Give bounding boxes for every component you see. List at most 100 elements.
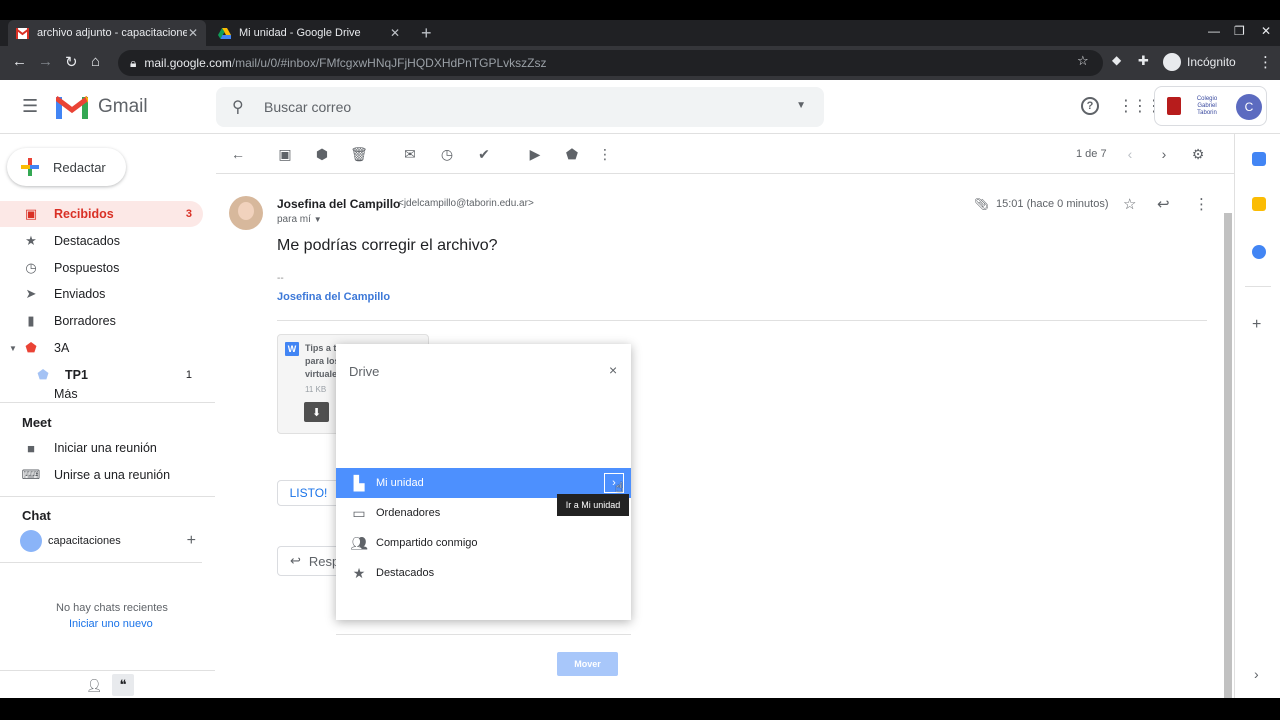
drive-icon: ▙ xyxy=(353,474,365,491)
help-icon[interactable]: ? xyxy=(1081,97,1099,115)
reply-arrow-icon[interactable]: ↩ xyxy=(1157,195,1170,213)
meet-join-meeting[interactable]: ⌨ Unirse a una reunión xyxy=(0,462,203,488)
download-icon[interactable]: ⬇ xyxy=(304,402,329,422)
mouse-cursor-icon: ☝︎ xyxy=(615,479,624,495)
drive-item-starred[interactable]: ★ Destacados xyxy=(336,558,631,588)
restore-icon[interactable]: ❐ xyxy=(1234,24,1245,38)
user-avatar-icon xyxy=(20,530,42,552)
url-host: mail.google.com xyxy=(144,56,232,70)
video-camera-icon: ■ xyxy=(27,440,35,456)
screen: archivo adjunto - capacitaciones@taborin… xyxy=(0,0,1280,720)
browser-toolbar: ← → ↻ ⌂ 🔒︎ mail.google.com /mail/u/0/#in… xyxy=(0,46,1280,80)
signature-name: Josefina del Campillo xyxy=(277,291,391,303)
settings-gear-icon[interactable]: ⚙ xyxy=(1190,146,1206,162)
tooltip: Ir a Mi unidad xyxy=(557,494,629,516)
tab-gmail[interactable]: archivo adjunto - capacitaciones@taborin… xyxy=(8,20,206,46)
chevron-left-icon[interactable]: ‹ xyxy=(1122,146,1138,162)
snooze-icon[interactable]: ◷ xyxy=(439,146,455,162)
inbox-icon: ▣ xyxy=(24,206,38,221)
divider xyxy=(0,496,215,497)
gmail-header: ☰ Gmail ⚲ Buscar correo ▼ ? ⋮⋮⋮ Colegio … xyxy=(0,80,1280,134)
home-icon[interactable]: ⌂ xyxy=(91,53,100,70)
window-close-icon[interactable]: ✕ xyxy=(1261,24,1271,38)
sidebar-item-label-tp1[interactable]: ⬟ TP1 1 xyxy=(0,362,203,388)
label-icon[interactable]: ⬟ xyxy=(564,146,580,162)
sidebar-item-inbox[interactable]: ▣ Recibidos 3 xyxy=(0,201,203,227)
star-icon: ★ xyxy=(25,233,37,248)
add-task-icon[interactable]: ✔ xyxy=(476,146,492,162)
menu-dots-icon[interactable]: ⋮ xyxy=(1258,53,1273,71)
smart-reply-listo[interactable]: LISTO! xyxy=(277,480,340,506)
back-arrow-icon[interactable]: ← xyxy=(12,53,27,70)
expand-arrow-icon[interactable]: ▼ xyxy=(9,344,17,353)
send-icon: ➤ xyxy=(25,286,37,301)
sidebar-item-label-3a[interactable]: ▼ ⬟ 3A xyxy=(0,335,203,361)
search-input[interactable]: ⚲ Buscar correo ▼ xyxy=(216,87,824,127)
sidebar-item-sent[interactable]: ➤ Enviados xyxy=(0,281,203,307)
divider xyxy=(0,402,215,403)
drive-item-shared[interactable]: 👥︎ Compartido conmigo xyxy=(336,528,631,558)
chevron-right-icon[interactable]: › xyxy=(1156,146,1172,162)
sidebar-item-drafts[interactable]: ▮ Borradores xyxy=(0,308,203,334)
add-chat-icon[interactable]: + xyxy=(187,532,196,550)
clock-icon: ◷ xyxy=(25,260,37,275)
close-icon[interactable]: ✕ xyxy=(188,26,198,40)
search-options-chevron-icon[interactable]: ▼ xyxy=(796,100,806,111)
people-icon: 👥︎ xyxy=(350,534,368,551)
lock-icon: 🔒︎ xyxy=(130,55,137,70)
meet-start-meeting[interactable]: ■ Iniciar una reunión xyxy=(0,435,203,461)
move-button[interactable]: Mover xyxy=(557,652,618,676)
search-placeholder: Buscar correo xyxy=(264,99,352,115)
dialog-close-icon[interactable]: × xyxy=(609,362,617,378)
tab-drive[interactable]: Mi unidad - Google Drive ✕ xyxy=(210,20,408,46)
incognito-indicator[interactable]: Incógnito xyxy=(1163,53,1236,71)
star-outline-icon[interactable]: ☆ xyxy=(1123,195,1136,213)
sidebar-item-snoozed[interactable]: ◷ Pospuestos xyxy=(0,255,203,281)
divider xyxy=(0,670,215,671)
incognito-icon xyxy=(1163,53,1181,71)
add-addon-icon[interactable]: + xyxy=(1252,316,1261,334)
delete-icon[interactable]: 🗑︎ xyxy=(350,146,368,162)
new-tab-button[interactable]: + xyxy=(421,23,432,44)
archive-icon[interactable]: ▣ xyxy=(277,146,293,162)
close-icon[interactable]: ✕ xyxy=(390,26,400,40)
scrollbar[interactable] xyxy=(1224,213,1232,698)
drive-move-dialog: Drive × ▙ Mi unidad › ▭ Ordenadores 👥︎ C… xyxy=(336,344,631,676)
drive-favicon-icon xyxy=(218,27,231,39)
sender-avatar[interactable] xyxy=(229,196,263,230)
expand-panel-chevron-icon[interactable]: › xyxy=(1254,666,1259,682)
start-chat-link[interactable]: Iniciar uno nuevo xyxy=(69,618,153,630)
star-icon: ★ xyxy=(352,564,366,581)
address-bar[interactable]: 🔒︎ mail.google.com /mail/u/0/#inbox/FMfc… xyxy=(118,50,1103,76)
draft-file-icon: ▮ xyxy=(27,313,35,328)
chevron-down-icon: ▼ xyxy=(313,215,322,224)
compose-button[interactable]: Redactar xyxy=(7,148,126,186)
move-to-icon[interactable]: ▶ xyxy=(527,146,543,162)
extension-icon[interactable]: ◆ xyxy=(1112,53,1121,67)
calendar-icon[interactable] xyxy=(1252,152,1266,166)
school-crest-icon xyxy=(1167,97,1181,115)
report-spam-icon[interactable]: ⬢ xyxy=(314,146,330,162)
keep-icon[interactable] xyxy=(1252,197,1266,211)
message-more-dots-icon[interactable]: ⋮ xyxy=(1194,195,1209,213)
minimize-icon[interactable]: — xyxy=(1208,24,1220,38)
reload-icon[interactable]: ↻ xyxy=(65,53,78,71)
mark-unread-icon[interactable]: ✉ xyxy=(402,146,418,162)
signature-dash: -- xyxy=(277,273,284,284)
more-dots-icon[interactable]: ⋮ xyxy=(597,146,613,162)
chat-user[interactable]: capacitaciones + xyxy=(20,530,202,552)
hangouts-icon[interactable]: ❝ xyxy=(112,674,134,696)
avatar[interactable]: C xyxy=(1236,94,1262,120)
recipient-text[interactable]: para mí ▼ xyxy=(277,214,322,225)
hamburger-menu-icon[interactable]: ☰ xyxy=(22,96,38,117)
contacts-person-icon[interactable]: 👤︎ xyxy=(86,678,103,694)
tasks-icon[interactable] xyxy=(1252,245,1266,259)
bookmark-star-icon[interactable]: ☆ xyxy=(1077,53,1089,69)
forward-arrow-icon[interactable]: → xyxy=(38,53,53,70)
puzzle-icon[interactable]: ✚ xyxy=(1138,53,1149,69)
sidebar-item-starred[interactable]: ★ Destacados xyxy=(0,228,203,254)
gmail-logo[interactable]: Gmail xyxy=(56,95,148,119)
back-arrow-icon[interactable]: ← xyxy=(230,146,246,162)
search-icon[interactable]: ⚲ xyxy=(232,97,244,117)
sidebar-item-more[interactable]: Más xyxy=(0,389,203,401)
